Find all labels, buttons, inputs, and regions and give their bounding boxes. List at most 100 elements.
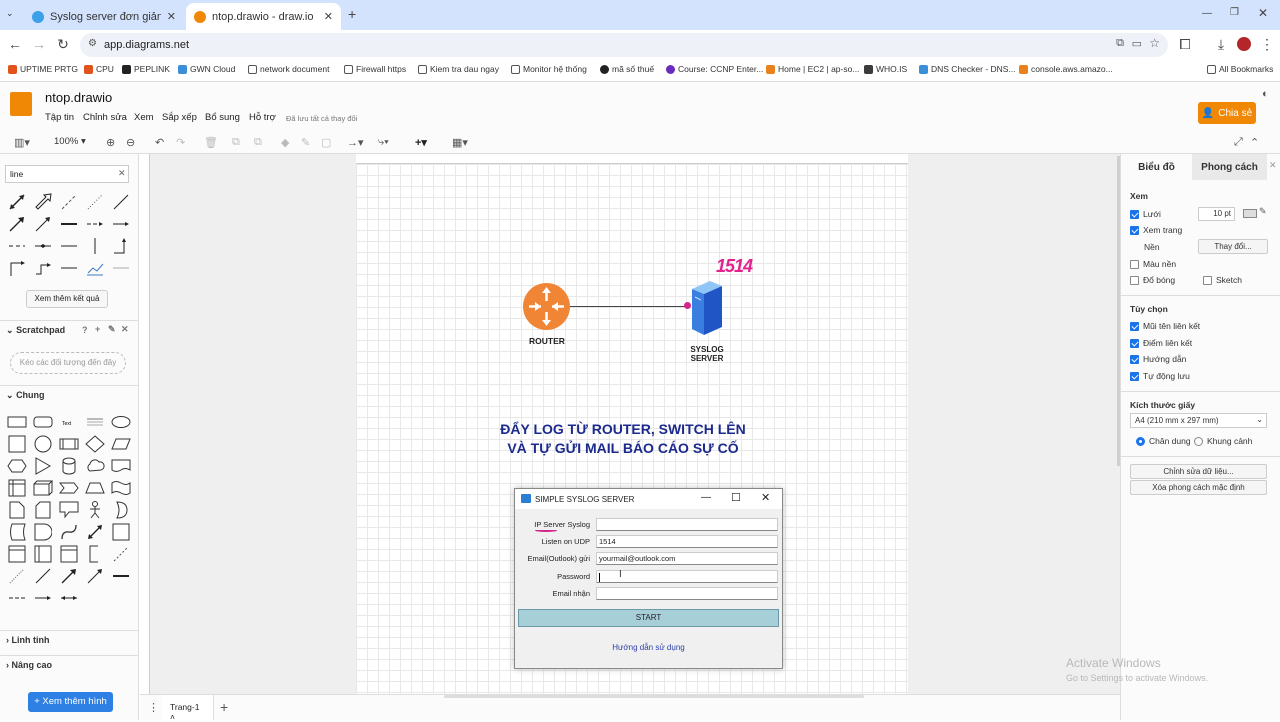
advanced-header[interactable]: › Nâng cao (0, 655, 139, 675)
list-shape[interactable] (6, 544, 28, 564)
menu-extras[interactable]: Bổ sung (205, 112, 240, 123)
email-sender-input[interactable]: yourmail@outlook.com (596, 552, 778, 565)
fullscreen-icon[interactable]: ⤢ (1234, 136, 1243, 149)
step-shape[interactable] (58, 478, 80, 498)
ip-server-input[interactable] (596, 518, 778, 531)
collapse-icon[interactable]: ⌃ (1250, 136, 1259, 149)
diamond-shape[interactable] (84, 434, 106, 454)
site-info-icon[interactable]: ⚙ (88, 38, 97, 49)
general-header[interactable]: ⌄ Chung (0, 385, 139, 405)
to-front-icon[interactable]: ⧉ (232, 136, 240, 149)
document-title[interactable]: ntop.drawio (45, 90, 112, 105)
text-shape[interactable]: Text (58, 412, 80, 432)
bookmark-item[interactable]: GWN Cloud (178, 64, 235, 74)
start-button[interactable]: START (518, 609, 779, 627)
minimize-icon[interactable]: — (1202, 8, 1212, 19)
container-shape[interactable] (110, 522, 132, 542)
back-icon[interactable]: ← (6, 35, 24, 53)
square-shape[interactable] (6, 434, 28, 454)
annotation-shape[interactable] (84, 544, 106, 564)
share-button[interactable]: 👤 Chia sẻ (1198, 102, 1256, 124)
page-tab[interactable]: Trang-1 ˄ (162, 695, 214, 722)
line-shape[interactable] (110, 192, 132, 212)
all-bookmarks[interactable]: All Bookmarks (1207, 64, 1273, 74)
router-node[interactable] (523, 283, 570, 330)
bookmark-item[interactable]: console.aws.amazo... (1019, 64, 1113, 74)
close-panel-icon[interactable]: ✕ (1269, 160, 1277, 171)
curve-shape[interactable] (58, 522, 80, 542)
dotted-link-shape[interactable] (6, 566, 28, 586)
shadow-checkbox[interactable]: Đổ bóng (1130, 275, 1175, 285)
document-shape[interactable] (110, 456, 132, 476)
cast-icon[interactable]: ▭ (1132, 37, 1142, 50)
diamond-line-shape[interactable] (32, 236, 54, 256)
flexible-arrow-shape[interactable] (32, 192, 54, 212)
autosave-checkbox[interactable]: Tự động lưu (1130, 371, 1190, 381)
dash-horizontal-shape[interactable] (6, 588, 28, 608)
more-results-button[interactable]: Xem thêm kết quả (26, 290, 108, 308)
chart-line-shape[interactable] (84, 258, 106, 278)
waypoints-icon[interactable]: ⤷▾ (378, 136, 389, 149)
help-icon[interactable]: ? (82, 325, 88, 335)
address-bar[interactable]: ⚙ app.diagrams.net ⧉ ▭ ☆ (80, 33, 1168, 57)
dashed-horizontal-shape[interactable] (6, 236, 28, 256)
downloads-icon[interactable]: ⤓ (1212, 35, 1230, 53)
page-view-checkbox[interactable]: Xem trang (1130, 225, 1182, 235)
ellipse-shape[interactable] (110, 412, 132, 432)
dashed-line-shape[interactable] (58, 192, 80, 212)
step-arrow-shape[interactable] (32, 258, 54, 278)
bookmark-item[interactable]: Home | EC2 | ap-so... (766, 64, 859, 74)
menu-edit[interactable]: Chỉnh sửa (83, 112, 127, 123)
diagonal-line-shape[interactable] (32, 566, 54, 586)
arrow-horizontal-shape[interactable] (32, 588, 54, 608)
grid-size-input[interactable]: 10 pt (1198, 207, 1235, 221)
scratchpad-dropzone[interactable]: Kéo các đối tượng đến đây (10, 352, 126, 374)
cylinder-shape[interactable] (58, 456, 80, 476)
frame-shape[interactable] (58, 544, 80, 564)
callout-shape[interactable] (58, 500, 80, 520)
save-status[interactable]: Đã lưu tất cả thay đổi (286, 114, 357, 123)
fill-color-icon[interactable]: ◆ (281, 136, 289, 149)
format-panel-icon[interactable]: ▥▾ (14, 136, 30, 149)
bookmark-item[interactable]: Firewall https (344, 64, 406, 74)
shadow-icon[interactable]: ▢ (321, 136, 331, 149)
zoom-in-icon[interactable]: ⊕ (106, 136, 115, 149)
grid-checkbox[interactable]: Lưới (1130, 209, 1161, 219)
dash-arrow-shape[interactable] (84, 214, 106, 234)
thick-line-shape[interactable] (58, 214, 80, 234)
note-shape[interactable] (6, 500, 28, 520)
menu-arrange[interactable]: Sắp xếp (162, 112, 197, 123)
dialog-titlebar[interactable]: SIMPLE SYSLOG SERVER — ☐ ✕ (515, 489, 782, 509)
add-page-icon[interactable]: + (220, 699, 228, 715)
change-background-button[interactable]: Thay đổi... (1198, 239, 1268, 254)
profile-avatar[interactable] (1237, 37, 1251, 51)
swimlane-shape[interactable] (32, 544, 54, 564)
bidirectional-connector-shape[interactable] (84, 522, 106, 542)
bookmark-item[interactable]: WHO.IS (864, 64, 907, 74)
link-line-shape[interactable] (58, 258, 80, 278)
trapezoid-shape[interactable] (84, 478, 106, 498)
menu-file[interactable]: Tập tin (45, 112, 74, 123)
bidirectional-arrow-shape[interactable] (6, 192, 28, 212)
arrow-shape[interactable] (6, 214, 28, 234)
thick-horizontal-shape[interactable] (110, 566, 132, 586)
syslog-server-node[interactable] (688, 277, 724, 342)
tab-drawio[interactable]: ntop.drawio - draw.io ✕ (186, 3, 341, 30)
install-app-icon[interactable]: ⧉ (1116, 37, 1124, 50)
listen-udp-input[interactable]: 1514 (596, 535, 778, 548)
elbow-arrow-shape[interactable] (110, 236, 132, 256)
close-icon[interactable]: ✕ (761, 491, 770, 504)
bg-color-checkbox[interactable]: Màu nền (1130, 259, 1176, 269)
step-line-shape[interactable] (6, 258, 28, 278)
insert-icon[interactable]: +▾ (415, 136, 427, 149)
menu-view[interactable]: Xem (134, 112, 154, 123)
connection-arrows-checkbox[interactable]: Mũi tên liên kết (1130, 321, 1200, 331)
bookmark-item[interactable]: Course: CCNP Enter... (666, 64, 763, 74)
horizontal-scrollbar[interactable] (444, 695, 864, 698)
rounded-rectangle-shape[interactable] (32, 412, 54, 432)
clear-search-icon[interactable]: ✕ (118, 168, 126, 179)
menu-help[interactable]: Hỗ trợ (249, 112, 276, 123)
pages-menu-icon[interactable]: ⋮ (148, 701, 159, 714)
parallelogram-shape[interactable] (110, 434, 132, 454)
close-tab-icon[interactable]: ✕ (324, 10, 333, 23)
